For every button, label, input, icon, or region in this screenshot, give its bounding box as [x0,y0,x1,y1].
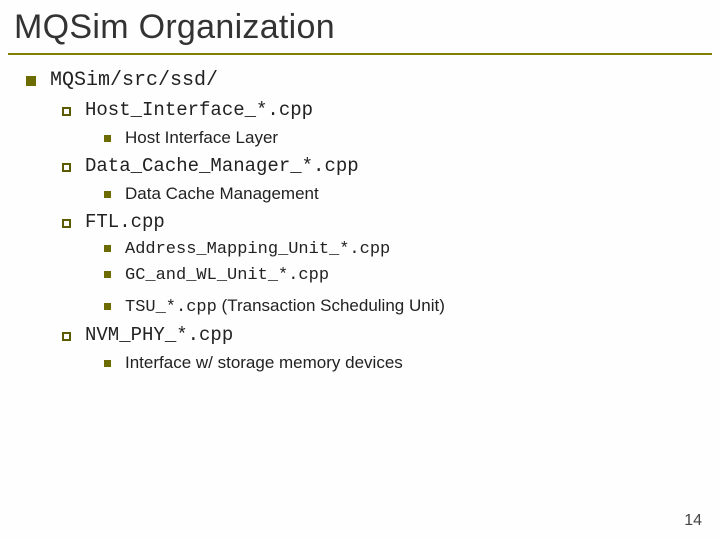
list-item: FTL.cpp [26,208,700,237]
page-number: 14 [684,512,702,530]
lvl3-text: Data Cache Management [125,181,319,207]
lvl3-text: Host Interface Layer [125,125,278,151]
hollow-square-bullet-icon [62,107,71,116]
lvl2-text: Data_Cache_Manager_*.cpp [85,152,359,181]
list-item: Interface w/ storage memory devices [26,350,700,376]
title-underline [8,53,712,55]
small-square-bullet-icon [104,271,111,278]
list-item: GC_and_WL_Unit_*.cpp [26,263,700,289]
hollow-square-bullet-icon [62,332,71,341]
slide: MQSim Organization MQSim/src/ssd/ Host_I… [0,0,720,540]
small-square-bullet-icon [104,191,111,198]
lvl3-text: Interface w/ storage memory devices [125,350,403,376]
lvl1-text: MQSim/src/ssd/ [50,65,218,96]
list-item: Host Interface Layer [26,125,700,151]
hollow-square-bullet-icon [62,219,71,228]
slide-body: MQSim/src/ssd/ Host_Interface_*.cpp Host… [0,65,720,377]
list-item: Data_Cache_Manager_*.cpp [26,152,700,181]
lvl3-text: Address_Mapping_Unit_*.cpp [125,237,390,263]
small-square-bullet-icon [104,245,111,252]
list-item: Data Cache Management [26,181,700,207]
list-item: TSU_*.cpp (Transaction Scheduling Unit) [26,290,700,321]
slide-title: MQSim Organization [0,0,720,51]
small-square-bullet-icon [104,135,111,142]
tsu-code: TSU_*.cpp [125,298,217,317]
lvl3-text: TSU_*.cpp (Transaction Scheduling Unit) [125,290,445,321]
list-item: NVM_PHY_*.cpp [26,321,700,350]
lvl2-text: NVM_PHY_*.cpp [85,321,233,350]
lvl3-text: GC_and_WL_Unit_*.cpp [125,263,329,289]
list-item: MQSim/src/ssd/ [26,65,700,96]
hollow-square-bullet-icon [62,163,71,172]
lvl2-text: FTL.cpp [85,208,165,237]
tsu-paren: (Transaction Scheduling Unit) [217,296,445,315]
square-bullet-icon [26,76,36,86]
small-square-bullet-icon [104,360,111,367]
list-item: Host_Interface_*.cpp [26,96,700,125]
lvl2-text: Host_Interface_*.cpp [85,96,313,125]
list-item: Address_Mapping_Unit_*.cpp [26,237,700,263]
small-square-bullet-icon [104,303,111,310]
